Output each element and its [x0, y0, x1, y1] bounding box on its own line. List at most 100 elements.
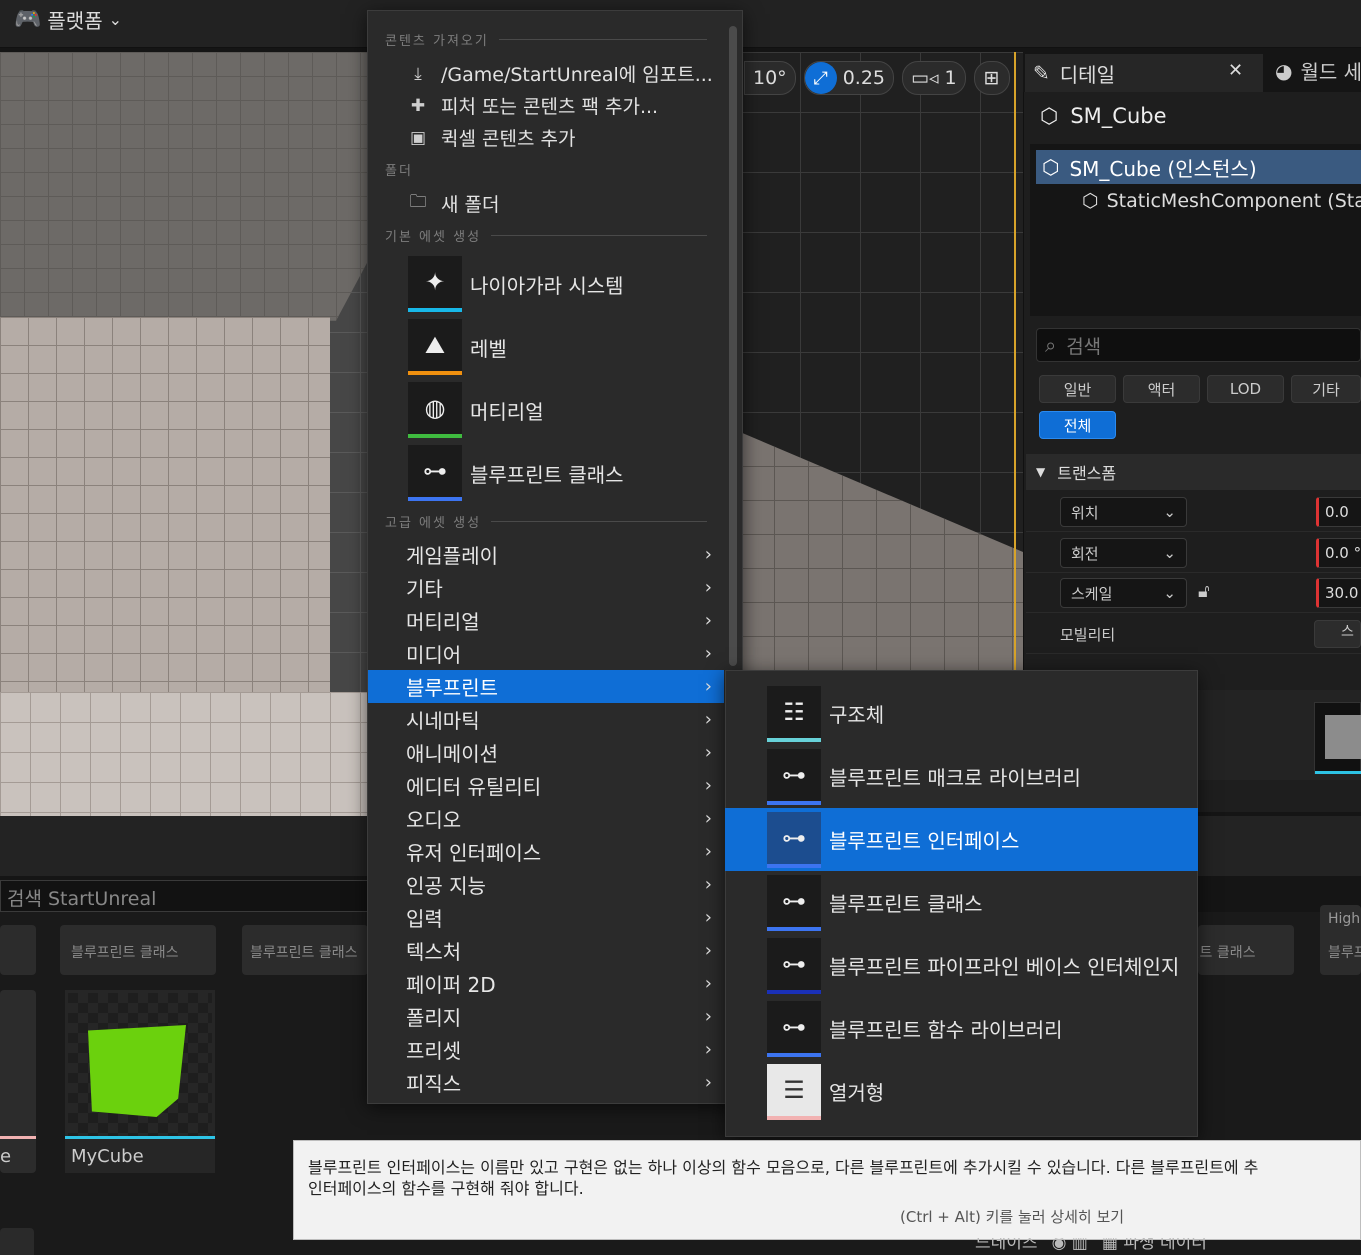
unlock-icon[interactable]: 🔓︎: [1198, 581, 1210, 602]
submenu-item-enum[interactable]: ☰ 열거형: [725, 1060, 1198, 1123]
category-preset[interactable]: 프리셋 ›: [368, 1033, 724, 1066]
section-transform-header[interactable]: ▼ 트랜스폼: [1026, 454, 1361, 490]
details-search-placeholder: 검색: [1066, 335, 1102, 358]
submenu-item-blueprint-interface[interactable]: ⊶ 블루프린트 인터페이스: [725, 808, 1198, 871]
category-label: 폴리지: [406, 1006, 462, 1030]
platform-menu-button[interactable]: 🎮 플랫폼 ⌄: [14, 4, 122, 34]
category-label: 페이퍼 2D: [406, 973, 496, 997]
menu-item-blueprint-class[interactable]: ⊶ 블루프린트 클래스: [408, 445, 728, 501]
menu-item-new-folder[interactable]: 🗀︎ 새 폴더: [407, 190, 500, 217]
filter-all-button[interactable]: 전체: [1039, 411, 1116, 439]
asset-tile-label: 블루프린트 클래스: [250, 945, 358, 961]
property-value: 0.0 °: [1325, 544, 1361, 562]
platform-label: 플랫폼: [47, 8, 103, 33]
location-x-field[interactable]: 0.0: [1316, 497, 1361, 527]
property-row-mobility: 모빌리티 스: [1026, 614, 1361, 654]
asset-tile-label: 블루프린트 클래스: [1198, 945, 1256, 961]
submenu-item-function-library[interactable]: ⊶ 블루프린트 함수 라이브러리: [725, 997, 1198, 1060]
category-foliage[interactable]: 폴리지 ›: [368, 1000, 724, 1033]
chevron-down-icon: ▼: [1036, 465, 1046, 479]
menu-item-add-feature-pack[interactable]: ✚ 피처 또는 콘텐츠 팩 추가...: [407, 92, 658, 119]
menu-scrollbar[interactable]: [729, 26, 737, 666]
menu-item-import[interactable]: ⤓ /Game/StartUnreal에 임포트...: [407, 60, 713, 87]
asset-tile[interactable]: 블루프린트 클래스: [242, 925, 368, 975]
submenu-item-label: 블루프린트 매크로 라이브러리: [829, 766, 1081, 790]
globe-icon: ◕: [1275, 58, 1293, 83]
category-label: 피직스: [406, 1072, 462, 1096]
asset-tile[interactable]: High 블루프: [1320, 905, 1361, 975]
angle-snap-button[interactable]: 10°: [744, 61, 796, 95]
category-blueprint[interactable]: 블루프린트 ›: [368, 670, 724, 703]
submenu-item-pipeline-base[interactable]: ⊶ 블루프린트 파이프라인 베이스 인터체인지: [725, 934, 1198, 997]
property-value: 0.0: [1325, 503, 1349, 521]
category-animation[interactable]: 애니메이션 ›: [368, 736, 724, 769]
enum-list-icon: ☰: [767, 1063, 821, 1120]
layout-button[interactable]: ⊞: [973, 61, 1010, 95]
content-search-input[interactable]: 검색 StartUnreal: [0, 880, 368, 912]
asset-tile[interactable]: 블루프린트 클래스: [1198, 925, 1294, 975]
source-control-icon[interactable]: ◉ ▥: [1052, 1238, 1088, 1255]
blueprint-macro-icon: ⊶: [767, 748, 821, 805]
scale-x-field[interactable]: 30.0: [1316, 578, 1361, 608]
camera-speed-value: 1: [944, 67, 957, 89]
status-item-derived-data[interactable]: ▦ 파생 데이터: [1102, 1238, 1207, 1255]
category-misc[interactable]: 기타 ›: [368, 571, 724, 604]
filter-actor-button[interactable]: 액터: [1123, 375, 1200, 403]
category-audio[interactable]: 오디오 ›: [368, 802, 724, 835]
category-ai[interactable]: 인공 지능 ›: [368, 868, 724, 901]
category-label: 오디오: [406, 808, 462, 832]
menu-item-niagara-system[interactable]: ✦ 나이아가라 시스템: [408, 256, 728, 312]
chevron-right-icon: ›: [704, 940, 712, 961]
category-input[interactable]: 입력 ›: [368, 901, 724, 934]
asset-type-bar: [1315, 771, 1361, 774]
scale-dropdown[interactable]: 스케일 ⌄: [1060, 578, 1187, 608]
menu-item-label: 새 폴더: [441, 194, 500, 216]
submenu-item-struct[interactable]: ☷ 구조체: [725, 682, 1198, 745]
component-row-staticmesh[interactable]: ⬡ StaticMeshComponent (Stat: [1082, 190, 1361, 212]
chevron-right-icon: ›: [704, 1072, 712, 1093]
menu-item-material[interactable]: ◍ 머티리얼: [408, 382, 728, 438]
filter-lod-button[interactable]: LOD: [1207, 375, 1284, 403]
category-material[interactable]: 머티리얼 ›: [368, 604, 724, 637]
rotation-dropdown[interactable]: 회전 ⌄: [1060, 538, 1187, 568]
location-dropdown[interactable]: 위치 ⌄: [1060, 497, 1187, 527]
close-icon[interactable]: ✕: [1228, 60, 1243, 81]
asset-tile[interactable]: e: [0, 990, 36, 1173]
cube-thumbnail-icon: [88, 1025, 186, 1117]
menu-item-quixel[interactable]: ▣ 퀵셀 콘텐츠 추가: [407, 124, 575, 151]
filter-misc-button[interactable]: 기타: [1291, 375, 1361, 403]
section-header-folder: 폴더: [385, 160, 707, 179]
category-editor-utility[interactable]: 에디터 유틸리티 ›: [368, 769, 724, 802]
submenu-item-blueprint-class[interactable]: ⊶ 블루프린트 클래스: [725, 871, 1198, 934]
category-texture[interactable]: 텍스처 ›: [368, 934, 724, 967]
chevron-right-icon: ›: [704, 643, 712, 664]
asset-tile[interactable]: 블루프린트 클래스: [60, 925, 216, 975]
asset-tile[interactable]: [0, 925, 36, 975]
menu-item-level[interactable]: ⛰ 레벨: [408, 319, 728, 375]
camera-speed-button[interactable]: ▭◃ 1: [902, 61, 966, 95]
category-physics[interactable]: 피직스 ›: [368, 1066, 724, 1099]
category-paper2d[interactable]: 페이퍼 2D ›: [368, 967, 724, 1000]
level-icon: ⛰: [408, 319, 462, 375]
category-label: 미디어: [406, 643, 462, 667]
status-bar-button[interactable]: [0, 1228, 34, 1255]
section-label: 폴더: [385, 164, 413, 179]
category-media[interactable]: 미디어 ›: [368, 637, 724, 670]
divider: [491, 521, 707, 522]
mobility-static-button[interactable]: 스: [1314, 620, 1361, 648]
submenu-item-macro-library[interactable]: ⊶ 블루프린트 매크로 라이브러리: [725, 745, 1198, 808]
category-label: 기타: [406, 577, 443, 601]
category-gameplay[interactable]: 게임플레이 ›: [368, 538, 724, 571]
rotation-x-field[interactable]: 0.0 °: [1316, 538, 1361, 568]
section-label: 기본 에셋 생성: [385, 230, 482, 245]
mesh-thumbnail[interactable]: [1314, 702, 1361, 774]
details-search-input[interactable]: ⌕ 검색: [1036, 328, 1361, 362]
filter-general-button[interactable]: 일반: [1039, 375, 1116, 403]
status-item-derived[interactable]: 드데이즈: [975, 1238, 1038, 1255]
component-row-instance[interactable]: ⬡ SM_Cube (인스턴스): [1036, 150, 1361, 184]
category-cinematic[interactable]: 시네마틱 ›: [368, 703, 724, 736]
scale-snap-button[interactable]: ⤢ 0.25: [803, 61, 894, 95]
category-user-interface[interactable]: 유저 인터페이스 ›: [368, 835, 724, 868]
chevron-down-icon: ⌄: [1163, 544, 1176, 562]
tab-world-settings[interactable]: ◕ 월드 세: [1275, 56, 1361, 85]
